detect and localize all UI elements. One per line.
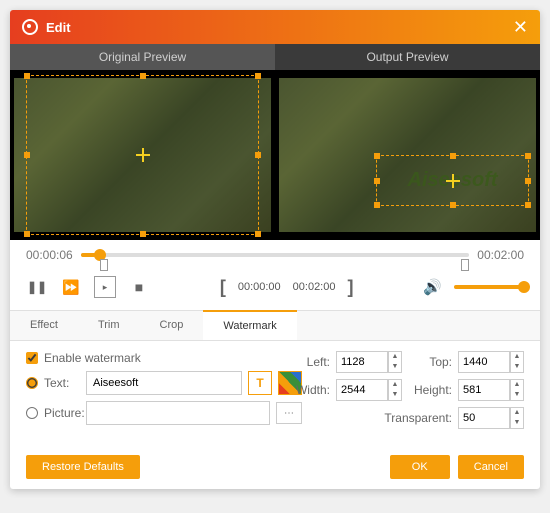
- transparent-spinner[interactable]: ▲▼: [510, 407, 524, 429]
- output-preview-pane[interactable]: Aiseesoft: [275, 70, 540, 240]
- app-logo-icon: [22, 19, 38, 35]
- watermark-text-radio[interactable]: [26, 377, 38, 389]
- crop-handle-tc[interactable]: [140, 73, 146, 79]
- browse-button[interactable]: ⋯: [276, 402, 302, 424]
- font-button[interactable]: T: [248, 371, 272, 395]
- left-label: Left:: [286, 355, 330, 369]
- height-label: Height:: [408, 383, 452, 397]
- timeline-current: 00:00:06: [26, 248, 73, 262]
- width-input[interactable]: [336, 379, 388, 401]
- top-spinner[interactable]: ▲▼: [510, 351, 524, 373]
- restore-defaults-button[interactable]: Restore Defaults: [26, 455, 140, 479]
- left-spinner[interactable]: ▲▼: [388, 351, 402, 373]
- wm-handle-bc[interactable]: [450, 202, 456, 208]
- timeline-total: 00:02:00: [477, 248, 524, 262]
- watermark-rectangle[interactable]: Aiseesoft: [376, 155, 530, 206]
- watermark-picture-label: Picture:: [44, 406, 80, 420]
- transparent-label: Transparent:: [384, 411, 452, 425]
- tab-bar: Effect Trim Crop Watermark: [10, 310, 540, 341]
- pause-button[interactable]: ❚❚: [26, 276, 48, 298]
- playback-controls: ❚❚ ⏩ ▸ ■ [ 00:00:00 00:02:00 ] 🔊: [10, 266, 540, 310]
- wm-handle-tr[interactable]: [525, 153, 531, 159]
- height-input[interactable]: [458, 379, 510, 401]
- original-preview-pane[interactable]: [10, 70, 275, 240]
- timeline-track[interactable]: [81, 253, 470, 257]
- wm-handle-tl[interactable]: [374, 153, 380, 159]
- set-in-button[interactable]: [: [220, 277, 226, 298]
- crop-handle-rc[interactable]: [255, 152, 261, 158]
- fast-forward-button[interactable]: ⏩: [60, 276, 82, 298]
- top-label: Top:: [408, 355, 452, 369]
- footer: Restore Defaults OK Cancel: [10, 445, 540, 489]
- watermark-picture-radio[interactable]: [26, 407, 38, 419]
- wm-handle-lc[interactable]: [374, 178, 380, 184]
- output-preview-label: Output Preview: [275, 44, 540, 70]
- enable-watermark-label: Enable watermark: [44, 351, 141, 365]
- cancel-button[interactable]: Cancel: [458, 455, 524, 479]
- top-input[interactable]: [458, 351, 510, 373]
- ok-button[interactable]: OK: [390, 455, 450, 479]
- preview-area: Aiseesoft: [10, 70, 540, 240]
- range-end: 00:02:00: [293, 281, 336, 293]
- wm-handle-br[interactable]: [525, 202, 531, 208]
- crop-rectangle[interactable]: [26, 75, 259, 235]
- height-spinner[interactable]: ▲▼: [510, 379, 524, 401]
- width-spinner[interactable]: ▲▼: [388, 379, 402, 401]
- timeline-out-marker[interactable]: [461, 259, 469, 271]
- tab-watermark[interactable]: Watermark: [203, 310, 296, 340]
- crop-handle-lc[interactable]: [24, 152, 30, 158]
- set-out-button[interactable]: ]: [347, 277, 353, 298]
- preview-header: Original Preview Output Preview: [10, 44, 540, 70]
- window-title: Edit: [46, 20, 505, 35]
- close-icon[interactable]: ✕: [513, 18, 528, 36]
- tab-trim[interactable]: Trim: [78, 311, 140, 340]
- left-input[interactable]: [336, 351, 388, 373]
- transparent-input[interactable]: [458, 407, 510, 429]
- width-label: Width:: [286, 383, 330, 397]
- watermark-panel: Enable watermark Text: T Picture: ⋯ Left…: [10, 341, 540, 445]
- crop-center-icon[interactable]: [136, 148, 150, 162]
- watermark-text-input[interactable]: [86, 371, 242, 395]
- watermark-text-label: Text:: [44, 376, 80, 390]
- wm-handle-rc[interactable]: [525, 178, 531, 184]
- titlebar: Edit ✕: [10, 10, 540, 44]
- next-frame-button[interactable]: ▸: [94, 276, 116, 298]
- range-start: 00:00:00: [238, 281, 281, 293]
- tab-crop[interactable]: Crop: [140, 311, 204, 340]
- stop-button[interactable]: ■: [128, 276, 150, 298]
- edit-window: Edit ✕ Original Preview Output Preview: [10, 10, 540, 489]
- crop-handle-bc[interactable]: [140, 231, 146, 237]
- timeline: 00:00:06 00:02:00: [10, 240, 540, 266]
- original-preview-label: Original Preview: [10, 44, 275, 70]
- volume-slider[interactable]: [454, 285, 524, 289]
- wm-handle-tc[interactable]: [450, 153, 456, 159]
- crop-handle-tr[interactable]: [255, 73, 261, 79]
- enable-watermark-checkbox[interactable]: [26, 352, 38, 364]
- timeline-in-marker[interactable]: [100, 259, 108, 271]
- volume-thumb[interactable]: [518, 281, 530, 293]
- crop-handle-bl[interactable]: [24, 231, 30, 237]
- crop-handle-tl[interactable]: [24, 73, 30, 79]
- crop-handle-br[interactable]: [255, 231, 261, 237]
- wm-center-icon[interactable]: [446, 174, 460, 188]
- watermark-picture-input[interactable]: [86, 401, 270, 425]
- tab-effect[interactable]: Effect: [10, 311, 78, 340]
- wm-handle-bl[interactable]: [374, 202, 380, 208]
- volume-icon[interactable]: 🔊: [423, 278, 442, 296]
